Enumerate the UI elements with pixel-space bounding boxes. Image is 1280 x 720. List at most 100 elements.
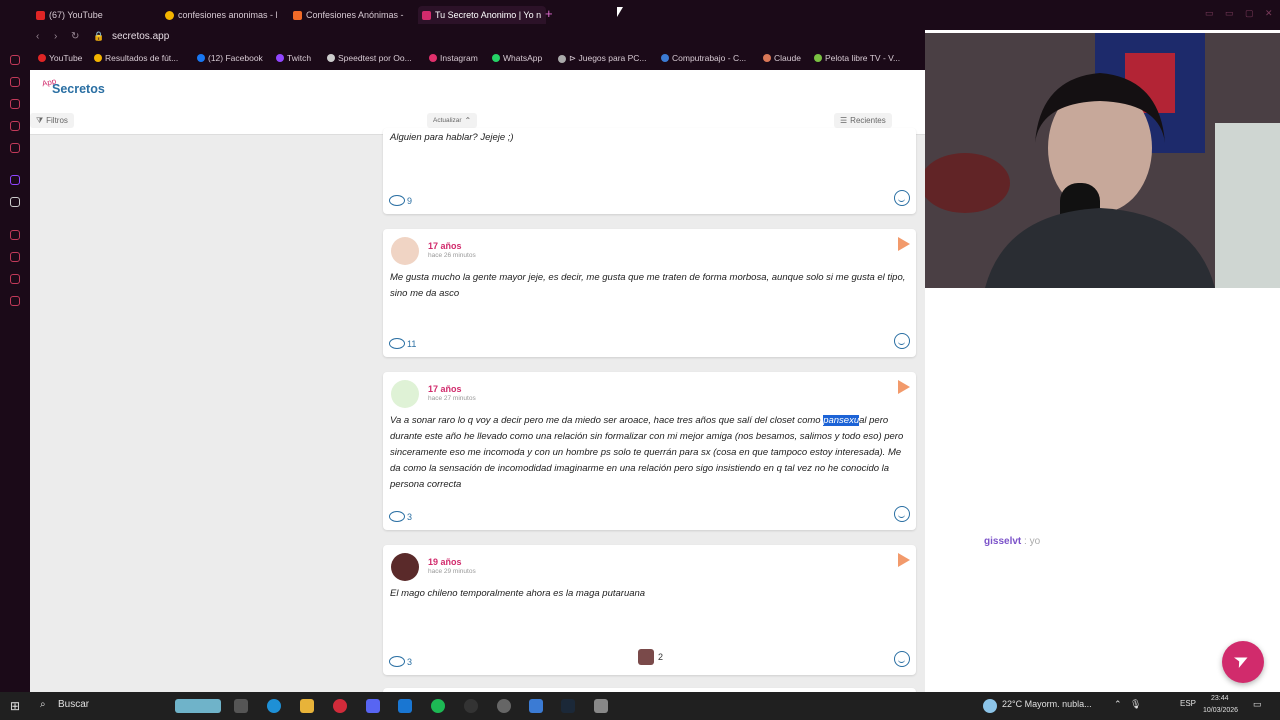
maximize-icon[interactable]: ▢	[1245, 8, 1254, 19]
post-text: El mago chileno temporalmente ahora es l…	[390, 588, 646, 599]
tab-confesiones-b[interactable]: confesiones anonimas - B	[165, 6, 277, 24]
post-time: hace 26 minutos	[428, 252, 476, 259]
comments-button[interactable]: 3	[389, 656, 412, 667]
bookmark-resultados[interactable]: Resultados de fút...	[94, 53, 178, 63]
post-text: Alguien para hablar? Jejeje ;)	[390, 132, 514, 143]
react-smile-icon[interactable]	[894, 651, 910, 667]
opera-icon[interactable]	[333, 699, 347, 713]
tab-label: Tu Secreto Anonimo | Yo n	[435, 10, 542, 20]
comments-icon	[389, 195, 405, 206]
report-flag-icon[interactable]	[898, 553, 910, 567]
react-smile-icon[interactable]	[894, 506, 910, 522]
recent-button[interactable]: ☰ Recientes	[834, 113, 892, 128]
post-card: 17 años hace 26 minutos Me gusta mucho l…	[383, 229, 916, 357]
chat-username: gisselvt	[984, 536, 1022, 547]
bookmark-whatsapp[interactable]: WhatsApp	[492, 53, 542, 63]
weather-text[interactable]: 22°C Mayorm. nubla...	[1002, 699, 1092, 709]
bookmark-pelota-libre[interactable]: Pelota libre TV - V...	[814, 53, 900, 63]
sidebar-icon[interactable]	[10, 230, 20, 240]
twitch-icon	[276, 54, 284, 62]
twitch-icon[interactable]	[10, 175, 20, 185]
sidebar-icon[interactable]	[10, 296, 20, 306]
youtube-icon	[38, 54, 46, 62]
minimize-icon[interactable]: ▭	[1205, 8, 1214, 19]
clock-time[interactable]: 23:44	[1211, 695, 1229, 702]
sidebar-icon[interactable]	[10, 55, 20, 65]
bookmark-juegos[interactable]: ⊳ Juegos para PC...	[558, 53, 647, 64]
chevron-up-icon[interactable]: ⌃	[1114, 699, 1122, 710]
filters-button[interactable]: ⧩ Filtros	[30, 113, 74, 128]
copilot-icon[interactable]	[529, 699, 543, 713]
sidebar-icon[interactable]	[10, 77, 20, 87]
windows-start-icon[interactable]: ⊞	[10, 699, 20, 713]
tab-youtube[interactable]: (67) YouTube	[36, 6, 156, 24]
sidebar-icon[interactable]	[10, 121, 20, 131]
x-icon[interactable]	[10, 197, 20, 207]
new-secret-button[interactable]	[1222, 641, 1264, 683]
url-field[interactable]: secretos.app	[112, 31, 169, 42]
bookmark-claude[interactable]: Claude	[763, 53, 801, 63]
file-explorer-icon[interactable]	[300, 699, 314, 713]
new-tab-button[interactable]: +	[545, 6, 553, 21]
restore-icon[interactable]: ▭	[1225, 8, 1234, 19]
obs-icon[interactable]	[464, 699, 478, 713]
bookmark-youtube[interactable]: YouTube	[38, 53, 82, 63]
edge-icon[interactable]	[267, 699, 281, 713]
task-view-icon[interactable]	[234, 699, 248, 713]
bookmark-speedtest[interactable]: Speedtest por Oo...	[327, 53, 412, 63]
app-icon[interactable]	[594, 699, 608, 713]
sidebar-icon[interactable]	[10, 143, 20, 153]
close-icon[interactable]: ✕	[1265, 8, 1273, 19]
widget-icon[interactable]	[175, 699, 221, 713]
report-flag-icon[interactable]	[898, 237, 910, 251]
comments-button[interactable]: 3	[389, 511, 412, 522]
comments-button[interactable]: 9	[389, 195, 412, 206]
post-age: 19 años	[428, 557, 462, 567]
post-card: 19 años hace 29 minutos El mago chileno …	[383, 545, 916, 675]
comments-button[interactable]: 11	[389, 338, 416, 349]
reaction-badge[interactable]: 2	[638, 649, 663, 665]
lock-icon[interactable]: 🔒	[93, 31, 104, 42]
search-icon[interactable]: ⌕	[40, 699, 46, 710]
bookmark-facebook[interactable]: (12) Facebook	[197, 53, 263, 63]
clock-date[interactable]: 10/03/2026	[1203, 707, 1238, 714]
sidebar-icon[interactable]	[10, 274, 20, 284]
bookmark-instagram[interactable]: Instagram	[429, 53, 478, 63]
post-age: 17 años	[428, 241, 462, 251]
steam-icon[interactable]	[561, 699, 575, 713]
back-icon[interactable]: ‹	[36, 31, 39, 42]
bookmark-twitch[interactable]: Twitch	[276, 53, 311, 63]
claude-icon	[763, 54, 771, 62]
forward-icon[interactable]: ›	[54, 31, 57, 42]
tab-label: confesiones anonimas - B	[178, 10, 277, 20]
sidebar-icon[interactable]	[10, 99, 20, 109]
react-smile-icon[interactable]	[894, 333, 910, 349]
notification-icon[interactable]: ▭	[1253, 699, 1262, 710]
app-icon[interactable]	[398, 699, 412, 713]
comments-icon	[389, 338, 405, 349]
site-icon	[814, 54, 822, 62]
tab-confesiones[interactable]: Confesiones Anónimas -	[293, 6, 405, 24]
taskbar-search[interactable]: Buscar	[58, 699, 89, 710]
reload-icon[interactable]: ↻	[71, 31, 79, 42]
google-icon	[94, 54, 102, 62]
avatar[interactable]	[391, 237, 419, 265]
avatar[interactable]	[391, 553, 419, 581]
report-flag-icon[interactable]	[898, 380, 910, 394]
weather-icon[interactable]	[983, 699, 997, 713]
spotify-icon[interactable]	[431, 699, 445, 713]
reaction-image	[638, 649, 654, 665]
settings-icon[interactable]	[497, 699, 511, 713]
refresh-button[interactable]: Actualizar ⌃	[427, 113, 478, 128]
bookmark-computrabajo[interactable]: Computrabajo - C...	[661, 53, 746, 63]
microphone-icon[interactable]: 🎙	[1130, 699, 1141, 710]
sidebar-icon[interactable]	[10, 252, 20, 262]
tab-tu-secreto[interactable]: Tu Secreto Anonimo | Yo n	[418, 6, 546, 24]
filter-icon: ⧩	[36, 115, 44, 125]
react-smile-icon[interactable]	[894, 190, 910, 206]
language-indicator[interactable]: ESP	[1180, 699, 1196, 708]
discord-icon[interactable]	[366, 699, 380, 713]
app-logo[interactable]: Secretos	[52, 82, 105, 96]
avatar[interactable]	[391, 380, 419, 408]
site-icon	[293, 10, 302, 20]
